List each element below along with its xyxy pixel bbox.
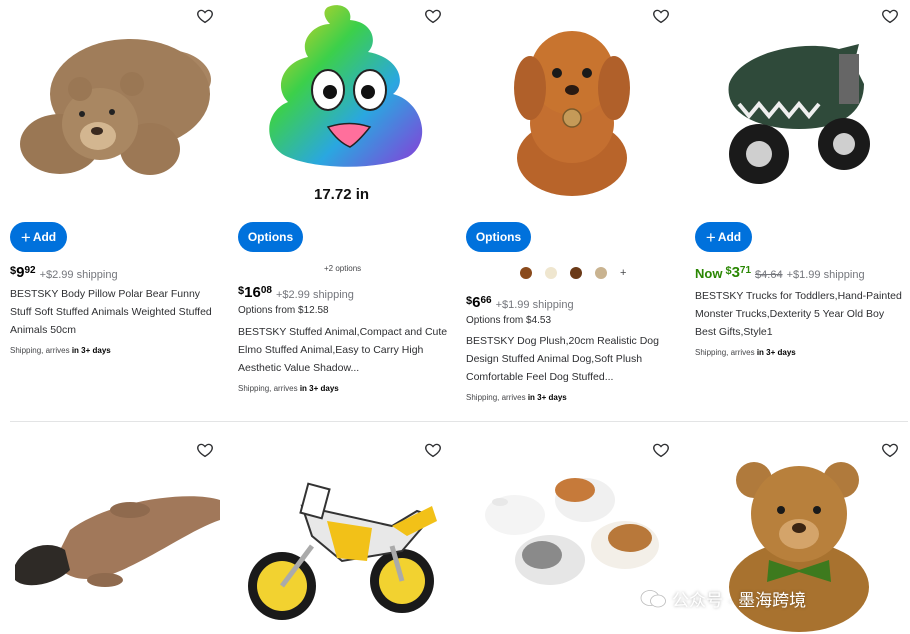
wechat-icon <box>640 589 666 609</box>
add-button-label: Add <box>32 230 57 244</box>
row-divider <box>10 421 908 422</box>
shipping-cost: +$2.99 shipping <box>39 269 118 281</box>
favorite-heart-icon[interactable] <box>652 441 670 459</box>
favorite-heart-icon[interactable] <box>881 7 899 25</box>
options-button[interactable]: Options <box>466 222 531 252</box>
favorite-heart-icon[interactable] <box>424 441 442 459</box>
swatch-white-dog[interactable] <box>545 267 557 279</box>
product-image[interactable] <box>10 14 220 194</box>
shipping-cost: +$2.99 shipping <box>275 289 354 301</box>
plus-icon: + <box>705 227 716 247</box>
favorite-heart-icon[interactable] <box>196 441 214 459</box>
options-button[interactable]: Options <box>238 222 303 252</box>
favorite-heart-icon[interactable] <box>881 441 899 459</box>
favorite-heart-icon[interactable] <box>652 7 670 25</box>
shipping-info: Shipping, arrives in 3+ days <box>238 384 339 393</box>
product-image[interactable] <box>719 34 879 194</box>
shipping-cost: +$1.99 shipping <box>786 269 865 281</box>
was-price: $4.64 <box>755 269 783 281</box>
product-price: $ 6 66 +$1.99 shipping <box>466 294 574 311</box>
product-title-link[interactable]: BESTSKY Dog Plush,20cm Realistic Dog Des… <box>466 332 678 386</box>
options-from-price: Options from $4.53 <box>466 315 552 326</box>
plus-icon: + <box>20 227 31 247</box>
product-card-4[interactable]: + Add Now $ 3 71 $4.64 +$1.99 shipping B… <box>695 0 909 420</box>
product-image[interactable] <box>10 470 222 620</box>
image-size-caption: 17.72 in <box>314 186 370 203</box>
product-card-5[interactable] <box>10 430 224 634</box>
product-image[interactable] <box>502 18 642 198</box>
product-card-3[interactable]: Options + $ 6 66 +$1.99 shipping Options… <box>466 0 680 420</box>
product-price: $ 9 92 +$2.99 shipping <box>10 264 118 281</box>
shipping-cost: +$1.99 shipping <box>495 299 574 311</box>
product-card-1[interactable]: + Add $ 9 92 +$2.99 shipping BESTSKY Bod… <box>10 0 224 420</box>
options-from-price: Options from $12.58 <box>238 305 329 316</box>
shipping-info: Shipping, arrives in 3+ days <box>10 346 111 355</box>
product-card-2[interactable]: 17.72 in Options +2 options $ 16 08 +$2.… <box>238 0 452 420</box>
product-title-link[interactable]: BESTSKY Body Pillow Polar Bear Funny Stu… <box>10 285 222 339</box>
add-button[interactable]: + Add <box>695 222 752 252</box>
add-button[interactable]: + Add <box>10 222 67 252</box>
product-price: $ 16 08 +$2.99 shipping <box>238 284 354 301</box>
shipping-info: Shipping, arrives in 3+ days <box>695 348 796 357</box>
watermark: 公众号 · 墨海跨境 <box>640 586 806 611</box>
product-image[interactable] <box>242 466 442 626</box>
watermark-text: 公众号 · 墨海跨境 <box>672 591 807 610</box>
product-title-link[interactable]: BESTSKY Trucks for Toddlers,Hand-Painted… <box>695 287 907 341</box>
shipping-info: Shipping, arrives in 3+ days <box>466 393 567 402</box>
product-card-6[interactable] <box>238 430 452 634</box>
swatch-tan-dog[interactable] <box>595 267 607 279</box>
swatch-brown-dog[interactable] <box>520 267 532 279</box>
product-title-link[interactable]: BESTSKY Stuffed Animal,Compact and Cute … <box>238 323 450 377</box>
add-button-label: Add <box>717 230 742 244</box>
more-options-label[interactable]: +2 options <box>324 264 361 273</box>
swatch-dark-brown-dog[interactable] <box>570 267 582 279</box>
color-swatches: + <box>520 267 626 279</box>
product-image[interactable] <box>258 2 438 172</box>
product-price: Now $ 3 71 $4.64 +$1.99 shipping <box>695 264 865 281</box>
more-swatches[interactable]: + <box>620 267 626 279</box>
